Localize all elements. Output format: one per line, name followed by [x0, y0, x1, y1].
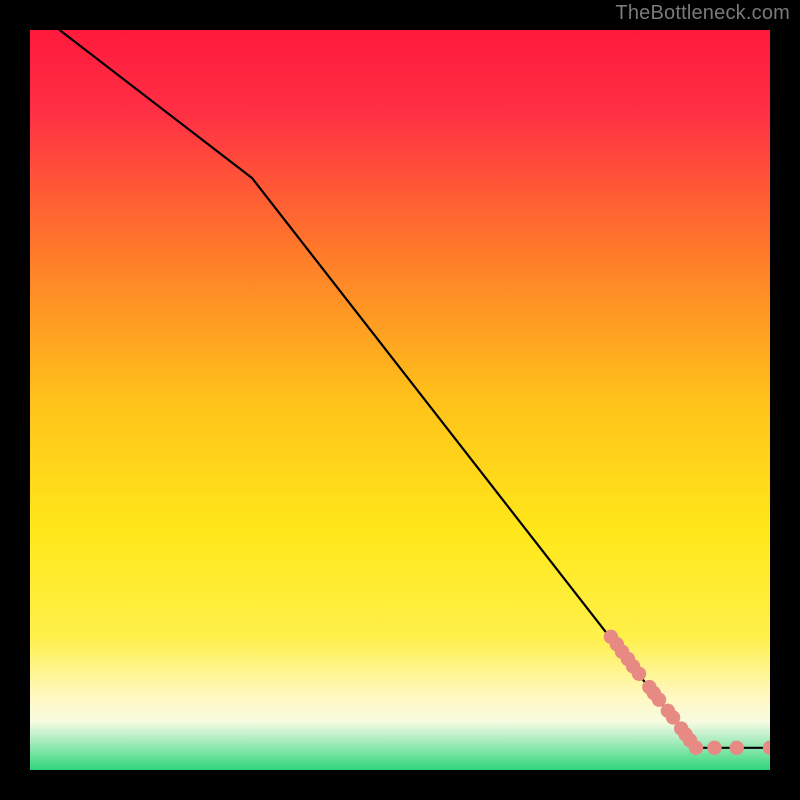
data-marker: [707, 741, 721, 755]
chart-svg: [30, 30, 770, 770]
gradient-background: [30, 30, 770, 770]
chart-frame: TheBottleneck.com: [0, 0, 800, 800]
attribution-text: TheBottleneck.com: [615, 2, 790, 25]
data-marker: [689, 741, 703, 755]
plot-area: [30, 30, 770, 770]
data-marker: [730, 741, 744, 755]
data-marker: [632, 667, 646, 681]
